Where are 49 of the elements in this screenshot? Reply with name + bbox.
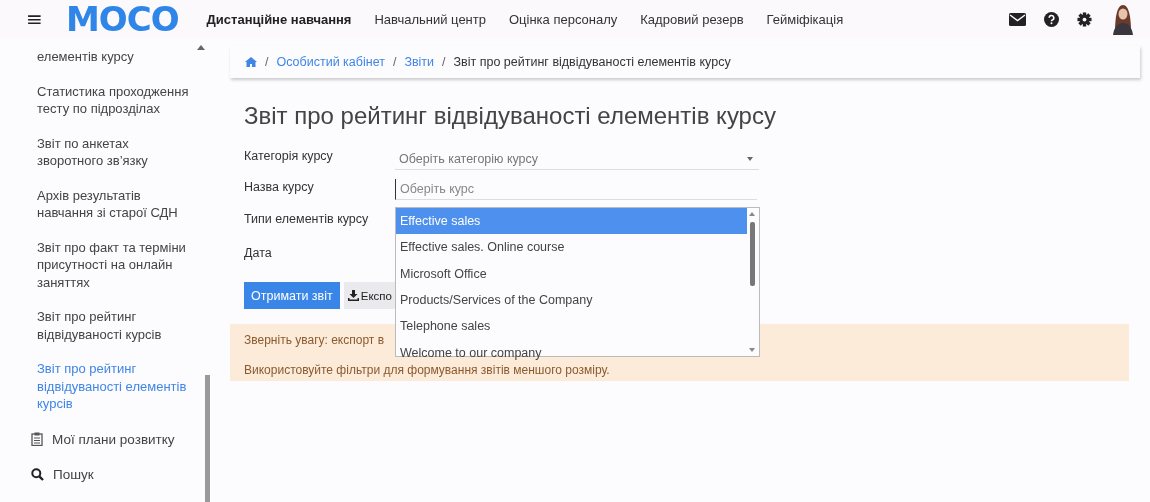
mail-icon[interactable] xyxy=(1009,12,1026,26)
sidebar-item[interactable]: Звіт по анкетах зворотного зв’язку xyxy=(37,126,202,179)
notice-text: Зверніть увагу: експорт в xyxy=(244,332,384,348)
menu-button[interactable]: ≡ xyxy=(26,9,40,29)
sidebar-item[interactable]: Статистика проходження тесту по підрозділах xyxy=(37,74,202,127)
scroll-down-icon[interactable] xyxy=(749,348,755,352)
dropdown-option[interactable]: Telephone sales xyxy=(396,313,747,340)
sidebar-item[interactable]: Пошук xyxy=(31,457,202,493)
scrollbar-thumb[interactable] xyxy=(750,222,755,286)
nav-link[interactable]: Навчальний центр xyxy=(374,11,486,27)
page-title: Звіт про рейтинг відвідуваності елементів курсу xyxy=(244,102,777,130)
nav-link[interactable]: Оцінка персоналу xyxy=(509,11,618,27)
scroll-up-icon[interactable] xyxy=(197,45,205,50)
home-icon[interactable] xyxy=(245,57,257,67)
field-label: Категорія курсу xyxy=(244,148,334,163)
field-label: Назва курсу xyxy=(244,179,315,194)
dropdown-option[interactable]: Products/Services of the Company xyxy=(396,286,747,314)
logo: MOCO xyxy=(66,2,179,36)
category-select[interactable]: Оберіть категорію курсу xyxy=(395,148,759,170)
get-report-button[interactable]: Отримати звіт xyxy=(244,282,340,309)
field-label: Дата xyxy=(244,245,273,260)
settings-icon[interactable] xyxy=(1077,11,1092,27)
breadcrumb-separator: / xyxy=(442,55,446,69)
help-icon[interactable] xyxy=(1044,11,1059,27)
sidebar-item[interactable]: елементів курсу xyxy=(37,40,202,75)
scrollbar-thumb[interactable] xyxy=(205,375,210,502)
breadcrumb-current: Звіт про рейтинг відвідуваності елементів курсу xyxy=(453,55,731,69)
dropdown-option[interactable]: Effective sales. Online course xyxy=(396,234,747,261)
clipboard-icon xyxy=(31,432,43,447)
field-label: Типи елементів курсу xyxy=(244,211,370,226)
nav-link[interactable]: Гейміфікація xyxy=(766,11,844,27)
avatar[interactable] xyxy=(1110,3,1136,35)
export-button[interactable]: Експо xyxy=(343,282,395,309)
nav-link[interactable]: Кадровий резерв xyxy=(640,11,744,27)
course-input[interactable]: Оберіть курс xyxy=(395,179,757,200)
sidebar-item[interactable]: Звіт про факт та терміни присутності на онлайн заняттях xyxy=(37,230,202,300)
sidebar-item[interactable]: Звіт про рейтинг відвідуваності курсів xyxy=(37,300,202,352)
dropdown-option[interactable]: Microsoft Office xyxy=(396,260,747,287)
sidebar-item[interactable]: Звіт про рейтинг відвідуваності елементів курсів xyxy=(37,352,202,422)
breadcrumb-separator: / xyxy=(392,55,397,69)
breadcrumb-link[interactable]: Особистий кабінет xyxy=(276,55,385,69)
scroll-up-icon[interactable] xyxy=(749,212,755,216)
breadcrumb-separator: / xyxy=(265,55,269,69)
nav-link[interactable]: Дистанційне навчання xyxy=(206,11,352,27)
download-icon xyxy=(347,290,359,301)
search-icon xyxy=(31,468,44,482)
sidebar-item[interactable]: Мої плани розвитку xyxy=(31,421,202,457)
sidebar-item[interactable]: Архів результатів навчання зі старої СДН xyxy=(37,178,202,231)
breadcrumb-link[interactable]: Звіти xyxy=(404,55,435,69)
